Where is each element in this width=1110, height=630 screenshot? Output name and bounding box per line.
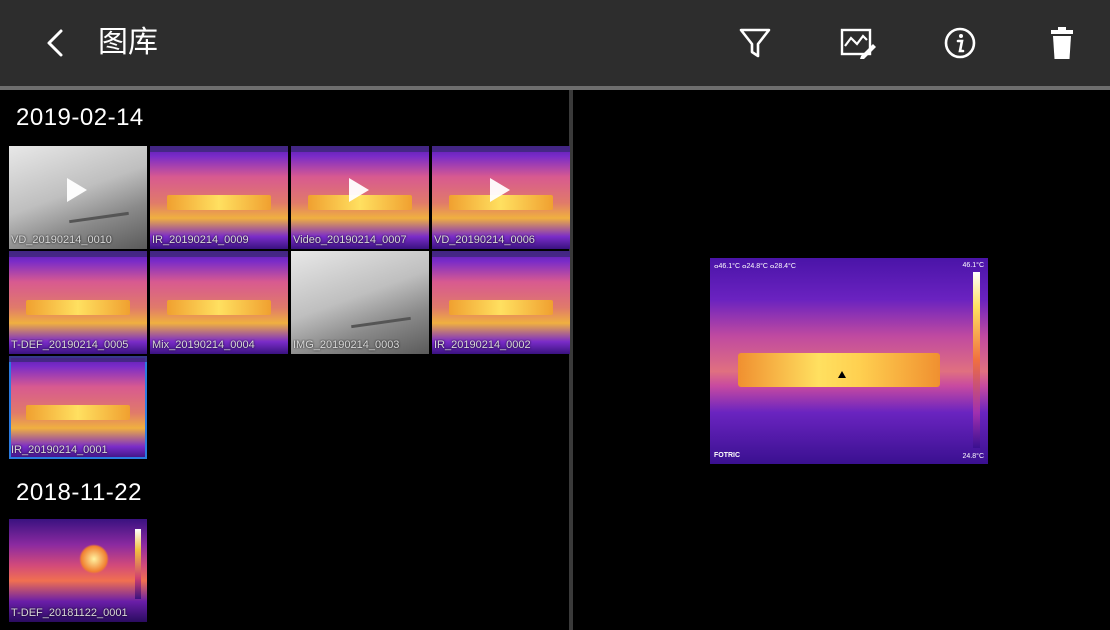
thumbnail-image bbox=[25, 405, 131, 420]
thumbnail-image bbox=[166, 300, 272, 315]
thumbnail-caption: T-DEF_20190214_0005 bbox=[11, 339, 129, 351]
thumbnail-image bbox=[79, 544, 109, 574]
temperature-readout: ⴰ46.1°C ⴰ24.8°C ⴰ28.4°C bbox=[714, 263, 796, 270]
gallery-thumbnail[interactable]: VD_20190214_0006 bbox=[432, 146, 570, 249]
filter-icon bbox=[739, 28, 771, 58]
thumbnail-caption: IR_20190214_0009 bbox=[152, 234, 249, 246]
thumbnail-status-strip bbox=[9, 356, 147, 362]
thumbnail-status-strip bbox=[291, 146, 429, 152]
thumbnail-caption: IR_20190214_0002 bbox=[434, 339, 531, 351]
thumbnail-image bbox=[351, 316, 411, 329]
back-button[interactable] bbox=[30, 18, 80, 68]
thumbnail-caption: Mix_20190214_0004 bbox=[152, 339, 255, 351]
thumbnail-status-strip bbox=[432, 146, 570, 152]
app-header: 图库 bbox=[0, 0, 1110, 86]
gallery-thumbnail[interactable]: IMG_20190214_0003 bbox=[291, 251, 429, 354]
date-header: 2018-11-22 bbox=[16, 479, 142, 506]
thumbnail-caption: IMG_20190214_0003 bbox=[293, 339, 400, 351]
date-header: 2019-02-14 bbox=[16, 104, 144, 131]
cursor-marker-icon bbox=[838, 371, 846, 378]
thumbnail-caption: VD_20190214_0010 bbox=[11, 234, 112, 246]
thumbnail-image bbox=[166, 195, 272, 210]
thumbnail-status-strip bbox=[432, 251, 570, 257]
thumbnail-caption: VD_20190214_0006 bbox=[434, 234, 535, 246]
thumbnail-caption: T-DEF_20181122_0001 bbox=[11, 607, 128, 619]
image-edit-icon bbox=[840, 28, 876, 59]
gallery-thumbnail[interactable]: IR_20190214_0002 bbox=[432, 251, 570, 354]
info-icon bbox=[944, 27, 976, 59]
play-icon bbox=[490, 178, 510, 202]
thumbnail-caption: IR_20190214_0001 bbox=[11, 444, 108, 456]
temperature-scale-bar bbox=[973, 272, 980, 448]
filter-button[interactable] bbox=[730, 18, 780, 68]
thumbnail-image bbox=[69, 211, 129, 224]
gallery-thumbnail[interactable]: Video_20190214_0007 bbox=[291, 146, 429, 249]
thumbnail-temperature-scale bbox=[135, 529, 141, 599]
play-icon bbox=[349, 178, 369, 202]
thumbnail-image bbox=[25, 300, 131, 315]
thumbnail-caption: Video_20190214_0007 bbox=[293, 234, 407, 246]
thumbnail-status-strip bbox=[150, 251, 288, 257]
header-divider bbox=[0, 86, 1110, 90]
gallery-thumbnail[interactable]: T-DEF_20190214_0005 bbox=[9, 251, 147, 354]
scale-max-label: 46.1°C bbox=[962, 262, 984, 269]
chevron-left-icon bbox=[47, 29, 63, 57]
gallery-thumbnail[interactable]: IR_20190214_0009 bbox=[150, 146, 288, 249]
gallery-thumbnail[interactable]: Mix_20190214_0004 bbox=[150, 251, 288, 354]
gallery-thumbnail[interactable]: VD_20190214_0010 bbox=[9, 146, 147, 249]
gallery-thumbnail[interactable]: T-DEF_20181122_0001 bbox=[9, 519, 147, 622]
thumbnail-status-strip bbox=[9, 251, 147, 257]
image-preview[interactable]: ⴰ46.1°C ⴰ24.8°C ⴰ28.4°C 46.1°C FOTRIC 24… bbox=[710, 258, 988, 464]
edit-image-button[interactable] bbox=[833, 18, 883, 68]
trash-icon bbox=[1051, 27, 1073, 59]
delete-button[interactable] bbox=[1037, 18, 1087, 68]
brand-logo: FOTRIC bbox=[714, 452, 741, 459]
gallery-thumbnail-selected[interactable]: IR_20190214_0001 bbox=[9, 356, 147, 459]
page-title: 图库 bbox=[98, 25, 158, 60]
info-button[interactable] bbox=[935, 18, 985, 68]
thumbnail-image bbox=[448, 300, 554, 315]
play-icon bbox=[67, 178, 87, 202]
preview-hot-region bbox=[738, 353, 940, 387]
scale-min-label: 24.8°C bbox=[962, 453, 984, 460]
thumbnail-status-strip bbox=[150, 146, 288, 152]
